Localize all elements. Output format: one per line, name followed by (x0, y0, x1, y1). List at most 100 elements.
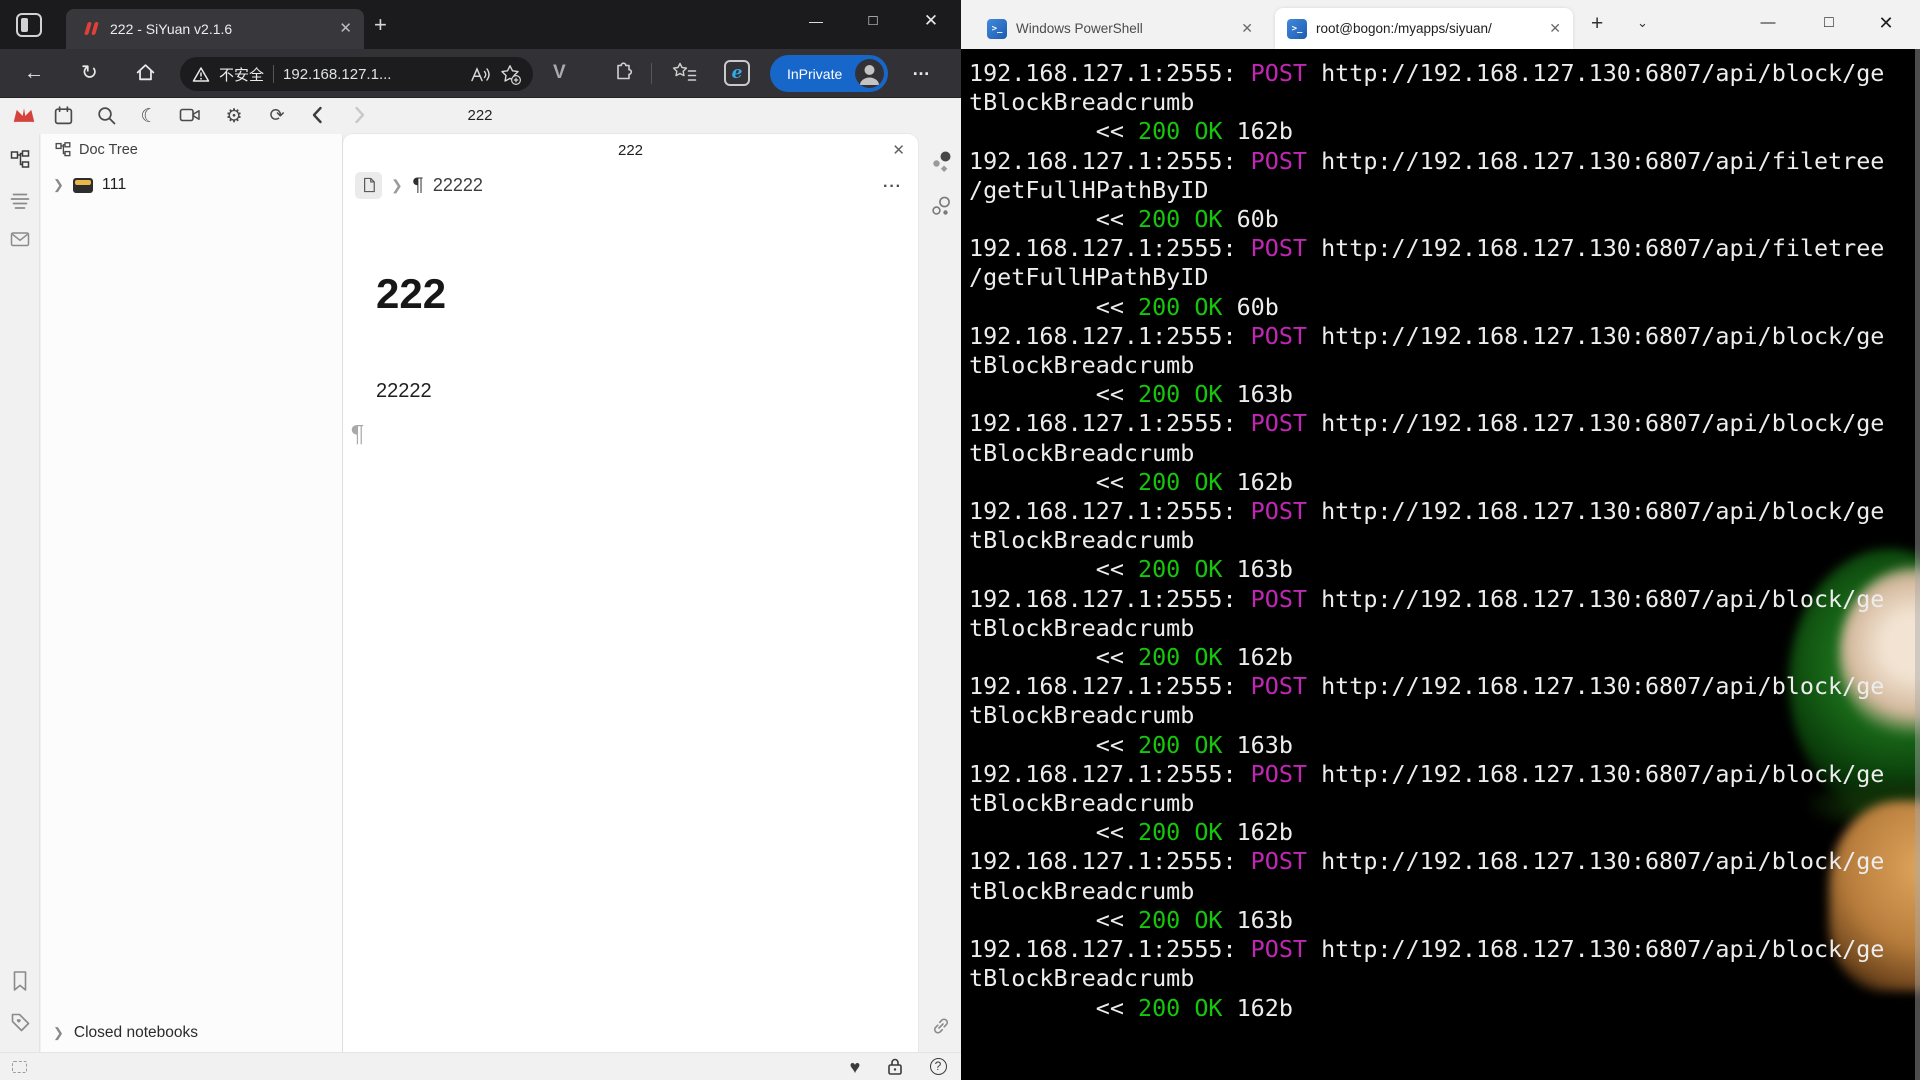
document-heading[interactable]: 222 (376, 270, 446, 318)
empty-block-pilcrow: ¶ (350, 422, 365, 448)
siyuan-logo-icon[interactable] (12, 105, 36, 127)
notebook-expand-chevron-icon[interactable]: ❯ (53, 177, 64, 193)
outline-dock-icon[interactable] (10, 190, 30, 210)
terminal-log-line: /getFullHPathByID (969, 263, 1209, 292)
closed-notebooks-chevron-icon[interactable]: ❯ (53, 1025, 64, 1041)
browser-minimize-button[interactable]: — (793, 2, 839, 40)
terminal-log-line: 192.168.127.1:2555: POST http://192.168.… (969, 234, 1885, 263)
editor-more-icon[interactable]: ··· (883, 178, 902, 196)
sync-icon[interactable]: ⟳ (265, 105, 289, 127)
editor-tab-close-icon[interactable]: ✕ (892, 141, 905, 159)
slash-menu-icon[interactable] (12, 1061, 27, 1073)
terminal-log-line: << 200 OK 163b (969, 905, 1293, 934)
back-icon[interactable]: ← (24, 61, 44, 85)
terminal-tab-close-icon[interactable]: ✕ (1241, 20, 1253, 37)
terminal-maximize-button[interactable]: □ (1806, 0, 1852, 46)
bookmark-dock-icon[interactable] (10, 970, 30, 991)
browser-tab-title: 222 - SiYuan v2.1.6 (110, 21, 233, 37)
document-paragraph[interactable]: 22222 (376, 380, 432, 403)
siyuan-toolbar: ☾ ⚙ ⟳ 222 (0, 98, 961, 134)
terminal-log-line: 192.168.127.1:2555: POST http://192.168.… (969, 146, 1885, 175)
terminal-tab-close-icon[interactable]: ✕ (1549, 20, 1561, 37)
terminal-log: 192.168.127.1:2555: POST http://192.168.… (969, 59, 1884, 1023)
terminal-log-line: 192.168.127.1:2555: POST http://192.168.… (969, 935, 1885, 964)
siyuan-status-bar: ♥ ? (0, 1052, 961, 1080)
refresh-icon[interactable]: ↻ (81, 61, 98, 85)
tag-dock-icon[interactable] (10, 1012, 30, 1032)
terminal-log-line: 192.168.127.1:2555: POST http://192.168.… (969, 321, 1885, 350)
terminal-tab-dropdown-icon[interactable]: ⌄ (1637, 15, 1648, 31)
url-text[interactable]: 192.168.127.1... (283, 66, 461, 83)
read-aloud-icon[interactable] (470, 66, 491, 83)
backlinks-link-icon[interactable] (931, 1016, 951, 1036)
graph-dock-icon[interactable] (931, 150, 951, 173)
terminal-log-line: /getFullHPathByID (969, 175, 1209, 204)
terminal-log-line: tBlockBreadcrumb (969, 351, 1195, 380)
terminal-log-line: tBlockBreadcrumb (969, 438, 1195, 467)
address-divider (273, 65, 275, 83)
tab-actions-icon (21, 18, 28, 32)
lock-icon[interactable] (886, 1057, 906, 1077)
ie-mode-icon[interactable]: e (724, 60, 750, 86)
terminal-tab-powershell[interactable]: >_ Windows PowerShell ✕ (975, 8, 1265, 49)
terminal-log-line: << 200 OK 162b (969, 643, 1293, 672)
notebook-name[interactable]: 111 (102, 176, 126, 194)
home-icon[interactable] (135, 62, 156, 83)
vue-devtools-extension-icon[interactable]: V (553, 62, 566, 84)
settings-gear-icon[interactable]: ⚙ (222, 105, 246, 127)
dark-mode-moon-icon[interactable]: ☾ (137, 105, 161, 127)
browser-toolbar: ← ↻ 不安全 192.168.127.1... V e InPrivate … (0, 49, 961, 98)
doc-tree-header: Doc Tree (55, 142, 138, 158)
address-bar[interactable]: 不安全 192.168.127.1... (180, 57, 533, 91)
breadcrumb-pilcrow: ¶ (411, 174, 424, 196)
profile-avatar[interactable] (855, 59, 884, 88)
terminal-log-line: 192.168.127.1:2555: POST http://192.168.… (969, 672, 1885, 701)
terminal-new-tab-button[interactable]: + (1591, 12, 1603, 36)
doc-tree-header-label: Doc Tree (79, 142, 138, 158)
nav-forward-icon[interactable] (349, 105, 373, 127)
global-graph-dock-icon[interactable] (931, 196, 951, 216)
terminal-log-line: << 200 OK 162b (969, 467, 1293, 496)
editor-tab-title[interactable]: 222 (618, 142, 643, 159)
terminal-close-button[interactable]: ✕ (1863, 0, 1909, 46)
extensions-puzzle-icon[interactable] (610, 61, 634, 85)
terminal-tab-label: root@bogon:/myapps/siyuan/ (1316, 21, 1492, 36)
terminal-log-line: 192.168.127.1:2555: POST http://192.168.… (969, 497, 1885, 526)
browser-tab[interactable]: 222 - SiYuan v2.1.6 ✕ (66, 9, 364, 49)
terminal-log-line: tBlockBreadcrumb (969, 876, 1195, 905)
inbox-dock-icon[interactable] (10, 230, 30, 250)
browser-settings-menu-icon[interactable]: … (912, 59, 931, 80)
inprivate-badge[interactable]: InPrivate (770, 55, 888, 92)
breadcrumb-doc-name[interactable]: 22222 (433, 175, 483, 196)
powershell-icon: >_ (1287, 18, 1307, 39)
closed-notebooks-row[interactable]: ❯ Closed notebooks (53, 1024, 198, 1042)
inprivate-label: InPrivate (787, 65, 843, 82)
browser-close-button[interactable]: ✕ (908, 2, 954, 40)
doc-tree-dock-icon[interactable] (10, 150, 30, 170)
tab-close-icon[interactable]: ✕ (339, 19, 352, 37)
daily-note-icon[interactable] (53, 105, 77, 127)
help-icon[interactable]: ? (928, 1057, 948, 1077)
browser-maximize-button[interactable]: □ (850, 2, 896, 40)
tab-actions-menu-button[interactable] (16, 13, 42, 37)
search-icon[interactable] (96, 105, 120, 127)
terminal-scrollbar[interactable] (1915, 49, 1920, 1080)
browser-window: 222 - SiYuan v2.1.6 ✕ + — □ ✕ ← ↻ 不安全 19… (0, 0, 961, 1080)
toolbar-divider (651, 63, 652, 84)
right-dock (919, 134, 961, 1052)
collections-icon[interactable] (672, 62, 697, 83)
new-tab-button[interactable]: + (374, 12, 387, 38)
record-camera-icon[interactable] (179, 105, 203, 127)
terminal-log-line: << 200 OK 163b (969, 380, 1293, 409)
breadcrumb-doc-chip[interactable] (355, 171, 382, 199)
terminal-tab-ssh[interactable]: >_ root@bogon:/myapps/siyuan/ ✕ (1275, 8, 1573, 49)
like-heart-icon[interactable]: ♥ (845, 1057, 865, 1077)
doc-tree-header-icon (55, 142, 71, 157)
nav-back-icon[interactable] (308, 105, 332, 127)
add-favorite-icon[interactable] (500, 64, 521, 85)
terminal-log-line: 192.168.127.1:2555: POST http://192.168.… (969, 409, 1885, 438)
terminal-body[interactable]: 192.168.127.1:2555: POST http://192.168.… (961, 49, 1920, 1080)
notebook-item[interactable]: ❯ 111 (53, 176, 126, 194)
terminal-minimize-button[interactable]: — (1745, 0, 1791, 46)
notebook-icon (72, 177, 93, 193)
